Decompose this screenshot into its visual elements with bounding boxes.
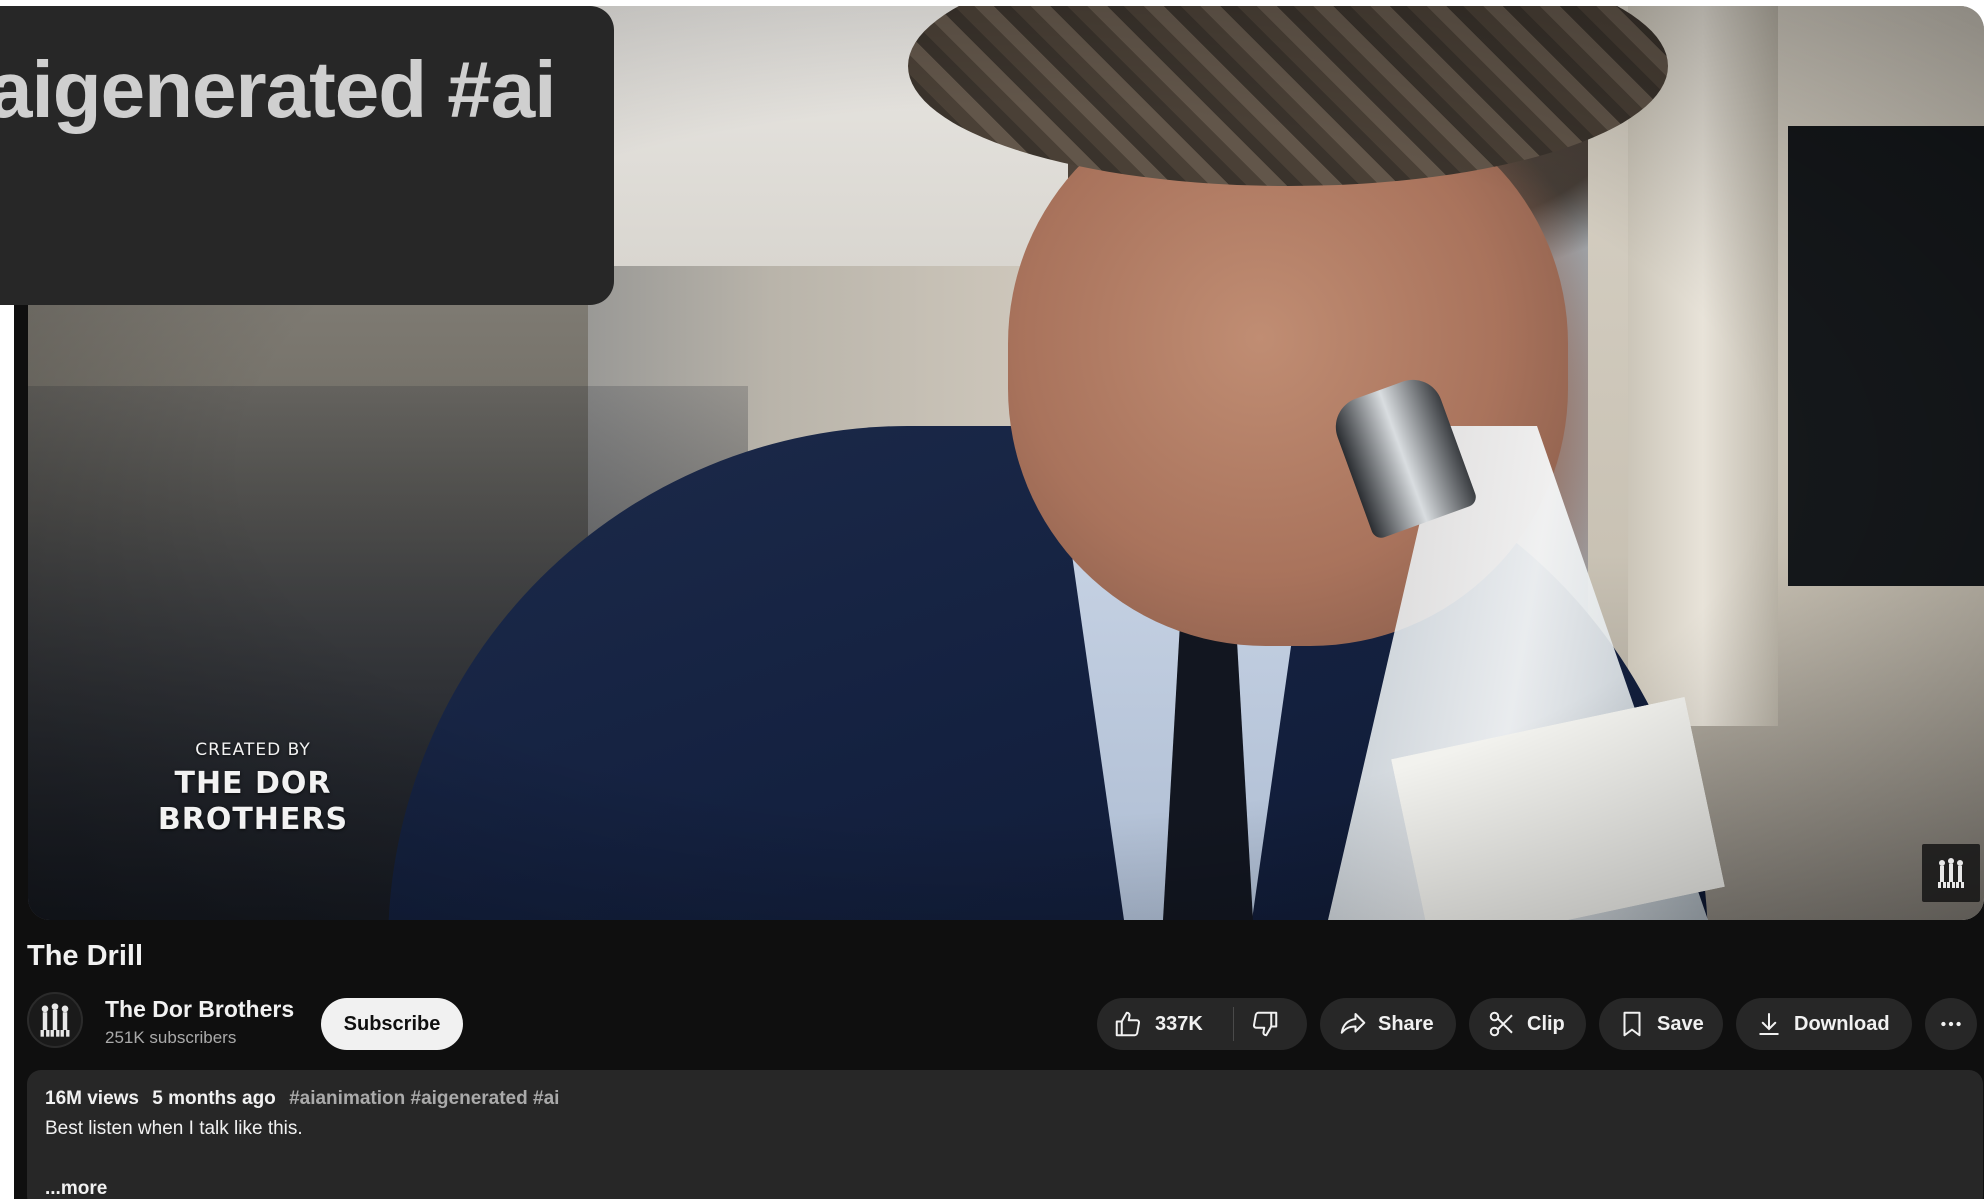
channel-watermark-button[interactable]	[1922, 844, 1980, 902]
description-box[interactable]: 16M views 5 months ago #aianimation #aig…	[27, 1070, 1983, 1199]
more-actions-button[interactable]	[1925, 998, 1977, 1050]
bookmark-icon	[1623, 1011, 1641, 1037]
more-horizontal-icon	[1941, 1021, 1961, 1027]
share-button[interactable]: Share	[1320, 998, 1456, 1050]
save-button[interactable]: Save	[1599, 998, 1723, 1050]
like-count: 337K	[1155, 1012, 1203, 1035]
video-title: The Drill	[27, 940, 144, 972]
download-label: Download	[1794, 1012, 1890, 1035]
save-label: Save	[1657, 1012, 1704, 1035]
description-meta: 16M views 5 months ago #aianimation #aig…	[45, 1088, 559, 1110]
clip-label: Clip	[1527, 1012, 1565, 1035]
overlay-hashtag-text: aigenerated #ai	[0, 45, 556, 134]
show-more-link[interactable]: ...more	[45, 1178, 107, 1199]
subscribe-button[interactable]: Subscribe	[321, 998, 463, 1050]
description-text: Best listen when I talk like this.	[45, 1118, 303, 1139]
like-button[interactable]: 337K	[1097, 1009, 1225, 1039]
thumbs-down-icon	[1252, 1011, 1278, 1037]
video-watermark: CREATED BY THE DOR BROTHERS	[148, 740, 358, 838]
share-arrow-icon	[1340, 1013, 1366, 1034]
view-count: 16M views	[45, 1088, 139, 1109]
channel-logo-icon	[1938, 858, 1964, 888]
dislike-button[interactable]	[1242, 1009, 1280, 1039]
clip-button[interactable]: Clip	[1469, 998, 1586, 1050]
share-label: Share	[1378, 1012, 1434, 1035]
channel-avatar[interactable]	[27, 992, 83, 1048]
download-icon	[1759, 1013, 1779, 1035]
like-divider	[1233, 1007, 1234, 1041]
channel-name-link[interactable]: The Dor Brothers	[105, 996, 294, 1023]
download-button[interactable]: Download	[1736, 998, 1912, 1050]
watermark-line1: THE DOR	[174, 766, 332, 801]
channel-logo-icon	[40, 1003, 70, 1037]
scissors-icon	[1489, 1011, 1513, 1037]
watermark-line2: BROTHERS	[157, 802, 349, 837]
channel-action-row: The Dor Brothers 251K subscribers Subscr…	[27, 988, 1983, 1052]
watermark-created-by: CREATED BY	[195, 740, 311, 760]
subscriber-count: 251K subscribers	[105, 1028, 237, 1047]
thumbs-up-icon	[1115, 1011, 1141, 1037]
upload-age: 5 months ago	[152, 1088, 276, 1109]
hashtag-overlay-card: aigenerated #ai	[0, 6, 614, 305]
like-dislike-group: 337K	[1097, 998, 1307, 1050]
hashtag-links[interactable]: #aianimation #aigenerated #ai	[289, 1088, 559, 1109]
